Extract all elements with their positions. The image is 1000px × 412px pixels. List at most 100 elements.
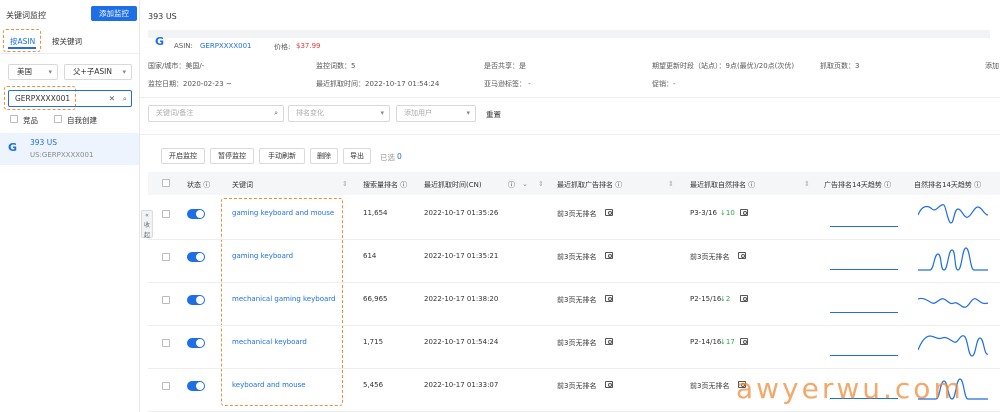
- divider: [140, 97, 1000, 98]
- add-short[interactable]: 添加: [985, 61, 999, 71]
- organic-rank: P3-3/16: [690, 209, 717, 217]
- keyword-link[interactable]: mechanical keyboard: [232, 338, 307, 346]
- watermark: awyerwu.com: [736, 372, 964, 405]
- search-rank: 614: [363, 252, 377, 260]
- col-ad-trend: 广告排名14天趋势 ⓘ: [824, 181, 892, 189]
- expect-info: 期望更新时段（站点）：9点(最优)/20点(次优): [652, 62, 795, 70]
- add-monitor-button[interactable]: 添加监控: [91, 6, 137, 21]
- keyword-filter-input[interactable]: 关键词/备注 ⌕: [148, 105, 284, 122]
- asin-value[interactable]: GERPXXXX001: [200, 42, 251, 50]
- keyword-link[interactable]: gaming keyboard and mouse: [232, 209, 334, 217]
- row-divider: [148, 239, 1000, 240]
- search-rank: 11,654: [363, 209, 388, 217]
- row-checkbox[interactable]: [162, 253, 170, 261]
- col-status: 状态 ⓘ: [187, 181, 211, 189]
- chevron-down-icon: ▾: [48, 68, 52, 76]
- start-date: 监控日期：2020-02-23 ~: [148, 80, 232, 88]
- ad-rank: 前3页无排名: [557, 296, 597, 304]
- organic-trend-line: [918, 247, 988, 271]
- enable-monitor-button[interactable]: 开启监控: [161, 148, 205, 164]
- camera-icon[interactable]: [740, 209, 748, 216]
- amazon-tag: 亚马逊标签： -: [484, 80, 531, 88]
- page-title: 393 US: [148, 12, 177, 21]
- sort-icon[interactable]: ⇕: [668, 180, 674, 188]
- camera-icon[interactable]: [605, 209, 613, 216]
- pages-info: 抓取页数：3: [820, 62, 860, 70]
- sort-icon[interactable]: ⇕: [804, 180, 810, 188]
- row-divider: [148, 325, 1000, 326]
- camera-icon[interactable]: [740, 295, 748, 302]
- clear-icon[interactable]: ✕: [109, 91, 115, 106]
- monitor-toggle[interactable]: [187, 209, 205, 219]
- camera-icon[interactable]: [605, 295, 613, 302]
- divider: [140, 134, 1000, 135]
- keyword-link[interactable]: gaming keyboard: [232, 252, 293, 260]
- collapse-sidebar-button[interactable]: «收起: [141, 210, 153, 239]
- tab-by-asin[interactable]: 按ASIN: [10, 36, 35, 47]
- monitor-toggle[interactable]: [187, 338, 205, 348]
- monitor-toggle[interactable]: [187, 381, 205, 391]
- country-info: 国家/城市：美国/-: [148, 62, 205, 70]
- organic-trend-chart: [918, 204, 989, 224]
- rank-delta: ↓17: [720, 338, 735, 346]
- camera-icon[interactable]: [605, 338, 613, 345]
- search-icon[interactable]: ⌕: [123, 91, 127, 106]
- rank-change-select[interactable]: 排名变化 ▾: [288, 105, 390, 122]
- export-button[interactable]: 导出: [343, 148, 371, 164]
- variant-select[interactable]: 父+子ASIN ▾: [64, 64, 132, 80]
- search-rank: 66,965: [363, 295, 388, 303]
- organic-trend-chart: [918, 297, 989, 308]
- chevron-down-icon: ▾: [122, 68, 126, 76]
- row-checkbox[interactable]: [162, 339, 170, 347]
- row-checkbox[interactable]: [162, 296, 170, 304]
- brand-logo-icon: G: [155, 35, 165, 48]
- manual-refresh-button[interactable]: 手动刷新: [259, 148, 305, 164]
- col-search-rank[interactable]: 搜索量排名 ⓘ: [363, 180, 407, 190]
- row-divider: [148, 368, 1000, 369]
- select-all-checkbox[interactable]: [162, 179, 170, 187]
- pause-monitor-button[interactable]: 暂停监控: [210, 148, 254, 164]
- camera-icon[interactable]: [605, 381, 613, 388]
- self-created-checkbox[interactable]: [54, 115, 62, 123]
- camera-icon[interactable]: [605, 252, 613, 259]
- list-item[interactable]: G 393 US US:GERPXXXX001: [0, 133, 139, 165]
- row-checkbox[interactable]: [162, 210, 170, 218]
- search-icon[interactable]: ⌕: [274, 106, 278, 121]
- asin-search-input[interactable]: GERPXXXX001 ✕ ⌕: [8, 90, 132, 107]
- divider: [0, 53, 139, 54]
- sort-icon[interactable]: ⇕: [538, 180, 544, 188]
- tab-underline: [8, 47, 36, 49]
- row-checkbox[interactable]: [162, 382, 170, 390]
- monitor-toggle[interactable]: [187, 295, 205, 305]
- ad-trend-line: [830, 269, 898, 270]
- col-organic-rank: 最近抓取自然排名 ⓘ: [690, 181, 756, 189]
- monitor-toggle[interactable]: [187, 252, 205, 262]
- ad-trend-line: [830, 226, 898, 227]
- col-ad-rank: 最近抓取广告排名 ⓘ: [557, 181, 623, 189]
- info-icon: ⓘ: [508, 181, 515, 189]
- asin-label: ASIN:: [174, 42, 193, 50]
- camera-icon[interactable]: [738, 252, 746, 259]
- user-select[interactable]: 添加用户 ▾: [396, 105, 476, 122]
- tab-by-keyword[interactable]: 按关键词: [52, 36, 82, 47]
- organic-rank: 前3页无排名: [690, 382, 730, 390]
- reset-button[interactable]: 重置: [486, 109, 501, 120]
- organic-rank: 前3页无排名: [690, 253, 730, 261]
- competitor-checkbox[interactable]: [10, 115, 18, 123]
- item-title: 393 US: [30, 138, 57, 147]
- chevron-down-icon[interactable]: ⌄: [522, 180, 528, 188]
- camera-icon[interactable]: [740, 338, 748, 345]
- keyword-link[interactable]: mechanical gaming keyboard: [232, 295, 335, 303]
- sidebar-title: 关键词监控: [6, 11, 46, 20]
- ad-rank: 前3页无排名: [557, 382, 597, 390]
- last-time: 2022-10-17 01:33:07: [424, 381, 499, 389]
- organic-rank: P2-15/16: [690, 295, 722, 303]
- ad-trend-line: [830, 355, 898, 356]
- keyword-link[interactable]: keyboard and mouse: [232, 381, 306, 389]
- delete-button[interactable]: 删除: [310, 148, 338, 164]
- price-value: $37.99: [296, 42, 321, 50]
- info-bar: [148, 30, 990, 38]
- country-select[interactable]: 美国 ▾: [8, 64, 58, 80]
- col-last-time[interactable]: 最近抓取时间(CN): [424, 180, 482, 190]
- sort-icon[interactable]: ⇕: [342, 180, 348, 188]
